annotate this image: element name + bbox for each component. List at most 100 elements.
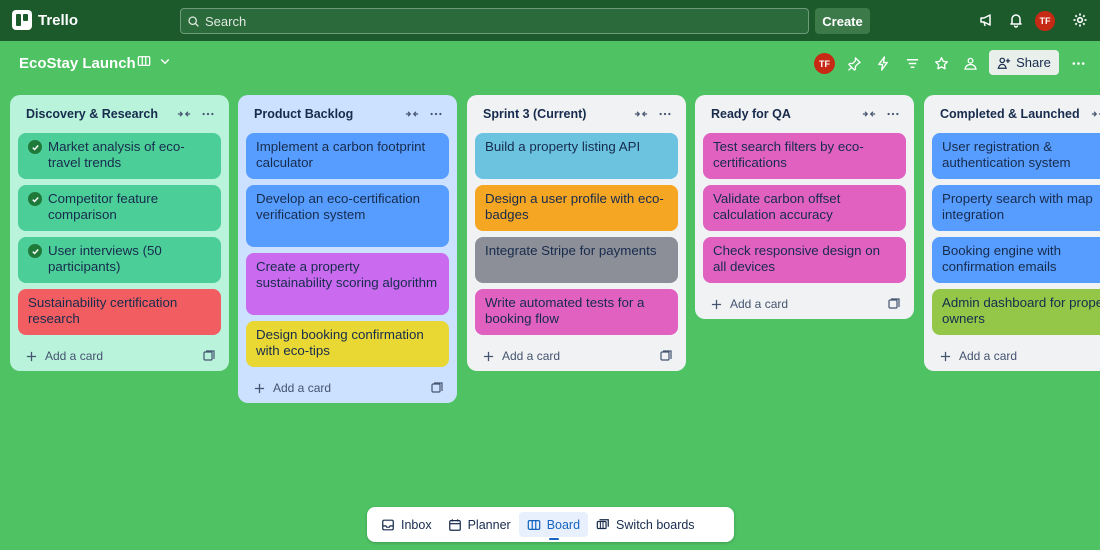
trello-logo[interactable]: Trello	[12, 10, 78, 30]
complete-check-icon[interactable]	[28, 192, 42, 206]
list-column[interactable]: Product Backlog Implement a carbon footpr…	[238, 95, 457, 403]
card[interactable]: Write automated tests for a booking flow	[475, 289, 678, 335]
collapse-list-icon[interactable]	[1091, 107, 1100, 121]
collapse-list-icon[interactable]	[862, 107, 876, 121]
app-name: Trello	[38, 11, 79, 29]
list-title[interactable]: Sprint 3 (Current)	[483, 107, 586, 121]
list-column[interactable]: Completed & Launched User registration & …	[924, 95, 1100, 371]
card[interactable]: User interviews (50 participants)	[18, 237, 221, 283]
list-menu-icon[interactable]	[201, 107, 215, 121]
add-card-button[interactable]: Add a card	[502, 349, 560, 363]
list-column[interactable]: Sprint 3 (Current) Build a property listi…	[467, 95, 686, 371]
list-menu-icon[interactable]	[429, 107, 443, 121]
card[interactable]: Design booking confirmation with eco-tip…	[246, 321, 449, 367]
settings-gear-icon[interactable]	[1071, 11, 1089, 29]
filter-icon[interactable]	[902, 54, 922, 72]
card[interactable]: Build a property listing API	[475, 133, 678, 179]
board-view-icon	[137, 55, 151, 67]
plus-icon[interactable]	[483, 351, 494, 362]
card[interactable]: Create a property sustainability scoring…	[246, 253, 449, 315]
card-title: Integrate Stripe for payments	[485, 243, 657, 258]
inbox-tab[interactable]: Inbox	[373, 512, 440, 537]
card-title: User registration & authentication syste…	[942, 139, 1071, 170]
create-from-template-icon[interactable]	[660, 350, 672, 362]
create-from-template-icon[interactable]	[203, 350, 215, 362]
card[interactable]: Property search with map integration	[932, 185, 1100, 231]
star-icon[interactable]	[931, 54, 951, 72]
add-card-button[interactable]: Add a card	[273, 381, 331, 395]
automation-bolt-icon[interactable]	[873, 54, 893, 72]
card-title: Design a user profile with eco-badges	[485, 191, 664, 222]
card[interactable]: Integrate Stripe for payments	[475, 237, 678, 283]
list-menu-icon[interactable]	[658, 107, 672, 121]
card[interactable]: Booking engine with confirmation emails	[932, 237, 1100, 283]
card[interactable]: Check responsive design on all devices	[703, 237, 906, 283]
add-card-button[interactable]: Add a card	[730, 297, 788, 311]
user-avatar[interactable]: TF	[1035, 11, 1055, 31]
planner-label: Planner	[467, 517, 511, 532]
search-input[interactable]: Search	[180, 8, 809, 34]
list-column[interactable]: Discovery & Research Market analysis of e…	[10, 95, 229, 371]
collapse-list-icon[interactable]	[405, 107, 419, 121]
plus-icon[interactable]	[711, 299, 722, 310]
create-from-template-icon[interactable]	[888, 298, 900, 310]
add-card-row: Add a card	[18, 341, 221, 371]
board-menu-icon[interactable]	[1068, 54, 1088, 72]
add-card-row: Add a card	[932, 341, 1100, 371]
card[interactable]: Sustainability certification research	[18, 289, 221, 335]
pin-icon[interactable]	[844, 54, 864, 72]
board-tab[interactable]: Board	[518, 512, 589, 540]
top-navigation: Trello Search Create TF	[0, 0, 1100, 41]
add-card-row: Add a card	[475, 341, 678, 371]
plus-icon[interactable]	[26, 351, 37, 362]
create-button[interactable]: Create	[815, 8, 870, 34]
list-header[interactable]: Product Backlog	[246, 95, 449, 133]
board-member-avatar[interactable]: TF	[814, 53, 835, 74]
list-title[interactable]: Ready for QA	[711, 107, 791, 121]
add-card-button[interactable]: Add a card	[959, 349, 1017, 363]
card[interactable]: Admin dashboard for property owners	[932, 289, 1100, 335]
add-card-button[interactable]: Add a card	[45, 349, 103, 363]
megaphone-icon[interactable]	[978, 11, 996, 29]
plus-icon[interactable]	[940, 351, 951, 362]
card[interactable]: User registration & authentication syste…	[932, 133, 1100, 179]
card[interactable]: Test search filters by eco-certification…	[703, 133, 906, 179]
plus-icon[interactable]	[254, 383, 265, 394]
switch-boards-icon	[596, 518, 609, 529]
list-title[interactable]: Completed & Launched	[940, 107, 1080, 121]
list-menu-icon[interactable]	[886, 107, 900, 121]
card[interactable]: Implement a carbon footprint calculator	[246, 133, 449, 179]
workspace-visibility-icon[interactable]	[960, 54, 980, 72]
card[interactable]: Competitor feature comparison	[18, 185, 221, 231]
collapse-list-icon[interactable]	[634, 107, 648, 121]
share-button[interactable]: Share	[989, 50, 1059, 75]
planner-tab[interactable]: Planner	[440, 512, 519, 537]
create-from-template-icon[interactable]	[431, 382, 443, 394]
list-header[interactable]: Ready for QA	[703, 95, 906, 133]
complete-check-icon[interactable]	[28, 244, 42, 258]
list-header[interactable]: Completed & Launched	[932, 95, 1100, 133]
card-title: Market analysis of eco-travel trends	[48, 139, 185, 170]
list-header[interactable]: Discovery & Research	[18, 95, 221, 133]
trello-logo-icon	[12, 10, 32, 30]
board-view-switcher[interactable]	[137, 54, 171, 68]
card-title: Admin dashboard for property owners	[942, 295, 1100, 326]
card[interactable]: Develop an eco-certification verificatio…	[246, 185, 449, 247]
complete-check-icon[interactable]	[28, 140, 42, 154]
list-title[interactable]: Discovery & Research	[26, 107, 158, 121]
list-column[interactable]: Ready for QA Test search filters by eco-c…	[695, 95, 914, 319]
card-title: Sustainability certification research	[28, 295, 178, 326]
list-header[interactable]: Sprint 3 (Current)	[475, 95, 678, 133]
card[interactable]: Design a user profile with eco-badges	[475, 185, 678, 231]
card-title: Competitor feature comparison	[48, 191, 159, 222]
collapse-list-icon[interactable]	[177, 107, 191, 121]
card-title: Implement a carbon footprint calculator	[256, 139, 426, 170]
card-title: User interviews (50 participants)	[48, 243, 162, 274]
list-title[interactable]: Product Backlog	[254, 107, 353, 121]
notifications-bell-icon[interactable]	[1007, 11, 1025, 29]
card[interactable]: Validate carbon offset calculation accur…	[703, 185, 906, 231]
card[interactable]: Market analysis of eco-travel trends	[18, 133, 221, 179]
search-placeholder: Search	[205, 13, 247, 29]
switch-boards-tab[interactable]: Switch boards	[588, 512, 703, 537]
board-title[interactable]: EcoStay Launch	[19, 55, 136, 72]
